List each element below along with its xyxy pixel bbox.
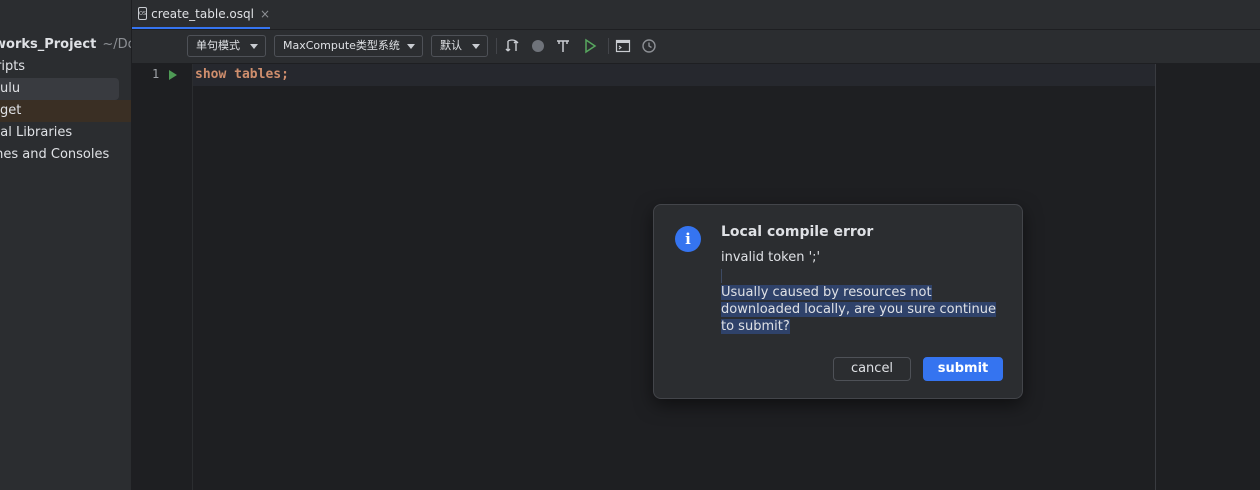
editor-toolbar: 单句模式 MaxCompute类型系统 默认 [132,30,1260,64]
stop-icon[interactable] [530,38,546,54]
dialog-title: Local compile error [721,224,874,240]
mode-value: 单句模式 [196,39,240,52]
toolbar-divider [496,38,497,54]
refresh-icon[interactable] [504,38,520,54]
osql-file-icon: OSQL [138,7,148,20]
code-keyword: show tables [195,67,282,82]
chevron-down-icon [407,44,415,49]
mode-dropdown[interactable]: 单句模式 [187,35,266,57]
code-semicolon: ; [281,67,289,82]
run-line-icon[interactable] [169,70,177,80]
dialog-message-line: to submit? [721,319,790,334]
tab-create-table[interactable]: OSQL create_table.osql × [132,0,270,29]
default-dropdown[interactable]: 默认 [431,35,488,57]
line-number: 1 [152,67,160,81]
code-line[interactable]: show tables; [195,67,289,82]
sql-console-icon[interactable] [615,38,631,54]
sidebar-item-scripts[interactable]: ripts [0,56,25,78]
text-cursor [721,269,722,283]
project-root[interactable]: works_Project ~/Docu [0,34,131,56]
chevron-down-icon [250,44,258,49]
sidebar-item-target[interactable]: get [0,100,131,122]
sidebar-item-selected[interactable]: ulu [0,78,119,100]
dialog-message: Usually caused by resources not download… [721,284,1001,335]
dialog-message-line: downloaded locally, are you sure continu… [721,302,997,317]
project-path: ~/Docu [102,37,131,52]
compile-error-dialog: i Local compile error invalid token ';' … [653,204,1023,399]
cancel-button[interactable]: cancel [833,357,911,381]
right-margin-guide [1155,64,1156,490]
type-system-value: MaxCompute类型系统 [283,39,400,52]
history-icon[interactable] [641,38,657,54]
project-name: works_Project [0,37,97,52]
dialog-message-line: Usually caused by resources not [721,285,932,300]
tab-label: create_table.osql [151,6,254,21]
editor-tab-bar: OSQL create_table.osql × [132,0,1260,30]
toolbar-divider [608,38,609,54]
sidebar-item-external-libraries[interactable]: nal Libraries [0,122,72,144]
info-icon: i [675,226,701,252]
dialog-token-message: invalid token ';' [721,250,821,265]
default-value: 默认 [440,39,462,52]
type-system-dropdown[interactable]: MaxCompute类型系统 [274,35,423,57]
current-line-highlight [193,64,1155,86]
close-icon[interactable]: × [260,7,270,21]
chevron-down-icon [472,44,480,49]
run-icon[interactable] [582,38,598,54]
editor-gutter: 1 [132,64,193,490]
format-icon[interactable] [555,38,571,54]
project-sidebar: works_Project ~/Docu ripts ulu get nal Li… [0,0,132,490]
submit-button[interactable]: submit [923,357,1003,381]
sidebar-item-scratches-consoles[interactable]: ches and Consoles [0,144,109,166]
